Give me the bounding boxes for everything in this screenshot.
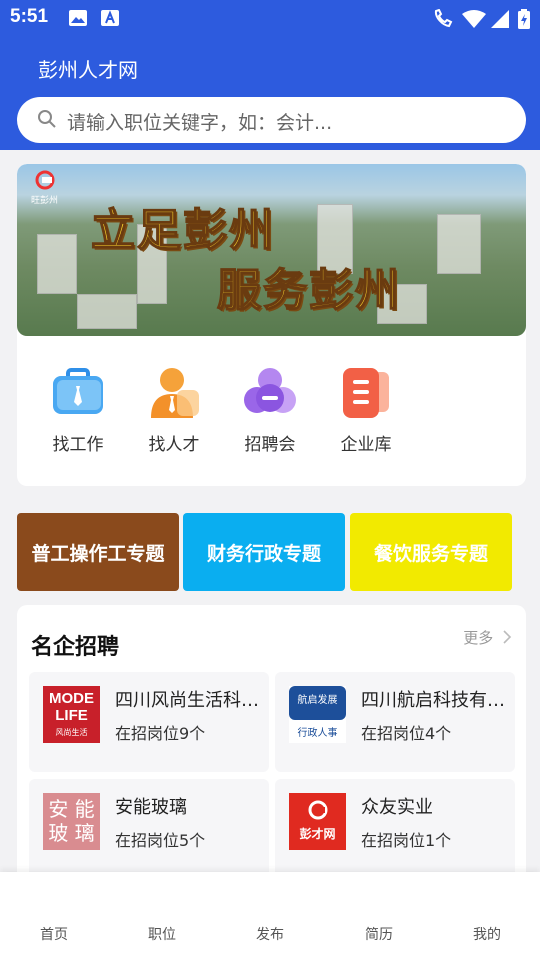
logo-text: 彭才网 [299, 827, 336, 841]
app-title: 彭州人才网 [38, 58, 138, 82]
logo-mark-icon [308, 800, 327, 820]
chevron-right-icon [503, 630, 512, 644]
company-card[interactable]: MODE LIFE 风尚生活 四川风尚生活科技有限公司 在招岗位9个 [29, 672, 269, 772]
search-placeholder: 请输入职位关键字，如：会计... [67, 112, 333, 134]
company-name: 安能玻璃 [115, 797, 187, 818]
nav-mine[interactable]: 我的 [457, 924, 517, 944]
wifi-icon [462, 9, 486, 33]
image-icon [68, 9, 88, 31]
job-count: 在招岗位4个 [361, 724, 452, 743]
nav-jobs[interactable]: 职位 [132, 924, 192, 944]
quick-link-company-library[interactable]: 企业库 [318, 366, 414, 455]
quick-link-find-job[interactable]: 找工作 [30, 366, 126, 455]
banner-logo-text: 旺彭州 [31, 196, 59, 206]
banner[interactable]: 旺彭州 立足彭州 服务彭州 [17, 164, 526, 336]
quick-link-label: 企业库 [340, 435, 392, 455]
search-input[interactable]: 请输入职位关键字，如：会计... [17, 97, 526, 143]
topic-finance-admin[interactable]: 财务行政专题 [183, 513, 345, 591]
more-label: 更多 [463, 629, 494, 647]
logo-text: 安 能 [48, 797, 95, 821]
banner-line-2: 服务彭州 [216, 264, 401, 317]
quick-link-find-talent[interactable]: 找人才 [126, 366, 222, 455]
person-icon [147, 366, 201, 420]
phone-icon [432, 8, 454, 33]
company-name: 众友实业 [361, 797, 433, 818]
company-card[interactable]: 航启发展 行政人事 四川航启科技有限公司 在招岗位4个 [275, 672, 515, 772]
company-logo: MODE LIFE 风尚生活 [43, 686, 100, 743]
nav-post[interactable]: 发布 [240, 924, 300, 944]
battery-icon [518, 9, 530, 33]
more-link[interactable]: 更多 [463, 627, 512, 648]
job-count: 在招岗位9个 [115, 724, 206, 743]
banner-logo-icon [35, 170, 54, 190]
company-logo: 安 能 玻 璃 [43, 793, 100, 850]
company-name: 四川风尚生活科技有限公司 [115, 690, 261, 711]
logo-text: MODE [49, 690, 94, 707]
job-count: 在招岗位1个 [361, 831, 452, 850]
logo-text: 风尚生活 [55, 728, 88, 737]
briefcase-icon [51, 366, 105, 420]
company-card[interactable]: 安 能 玻 璃 安能玻璃 在招岗位5个 [29, 779, 269, 879]
meeting-icon [243, 366, 297, 420]
topic-catering-service[interactable]: 餐饮服务专题 [350, 513, 512, 591]
bottom-nav: 首页 职位 发布 简历 我的 [0, 872, 540, 960]
job-count: 在招岗位5个 [115, 831, 206, 850]
font-icon [100, 9, 120, 31]
logo-text: 航启发展 [289, 686, 346, 720]
logo-text: 行政人事 [297, 728, 338, 739]
signal-icon [490, 9, 510, 33]
topic-general-worker[interactable]: 普工操作工专题 [17, 513, 179, 591]
banner-line-1: 立足彭州 [90, 204, 275, 257]
logo-text: LIFE [55, 707, 88, 724]
nav-resume[interactable]: 简历 [349, 924, 409, 944]
section-title: 名企招聘 [31, 635, 120, 660]
document-icon [339, 366, 393, 420]
company-logo: 彭才网 [289, 793, 346, 850]
nav-home[interactable]: 首页 [24, 924, 84, 944]
header: 5:51 彭州人才网 请输入职位关键字，如：会计... [0, 0, 540, 150]
quick-link-job-fair[interactable]: 招聘会 [222, 366, 318, 455]
famous-companies-section: 名企招聘 更多 MODE LIFE 风尚生活 四川风尚生活科技有限公司 在招岗位… [17, 605, 526, 905]
quick-link-label: 招聘会 [244, 435, 296, 455]
quick-link-label: 找工作 [52, 435, 104, 455]
search-icon [37, 109, 57, 133]
status-bar: 5:51 [0, 0, 540, 36]
quick-link-label: 找人才 [148, 435, 200, 455]
company-card[interactable]: 彭才网 众友实业 在招岗位1个 [275, 779, 515, 879]
company-name: 四川航启科技有限公司 [361, 690, 507, 711]
banner-logo: 旺彭州 [31, 170, 58, 206]
logo-text: 玻 璃 [48, 821, 95, 845]
company-logo: 航启发展 行政人事 [289, 686, 346, 743]
home-card: 旺彭州 立足彭州 服务彭州 找工作 找人才 招聘会 企业库 [17, 164, 526, 486]
status-time: 5:51 [10, 6, 49, 27]
